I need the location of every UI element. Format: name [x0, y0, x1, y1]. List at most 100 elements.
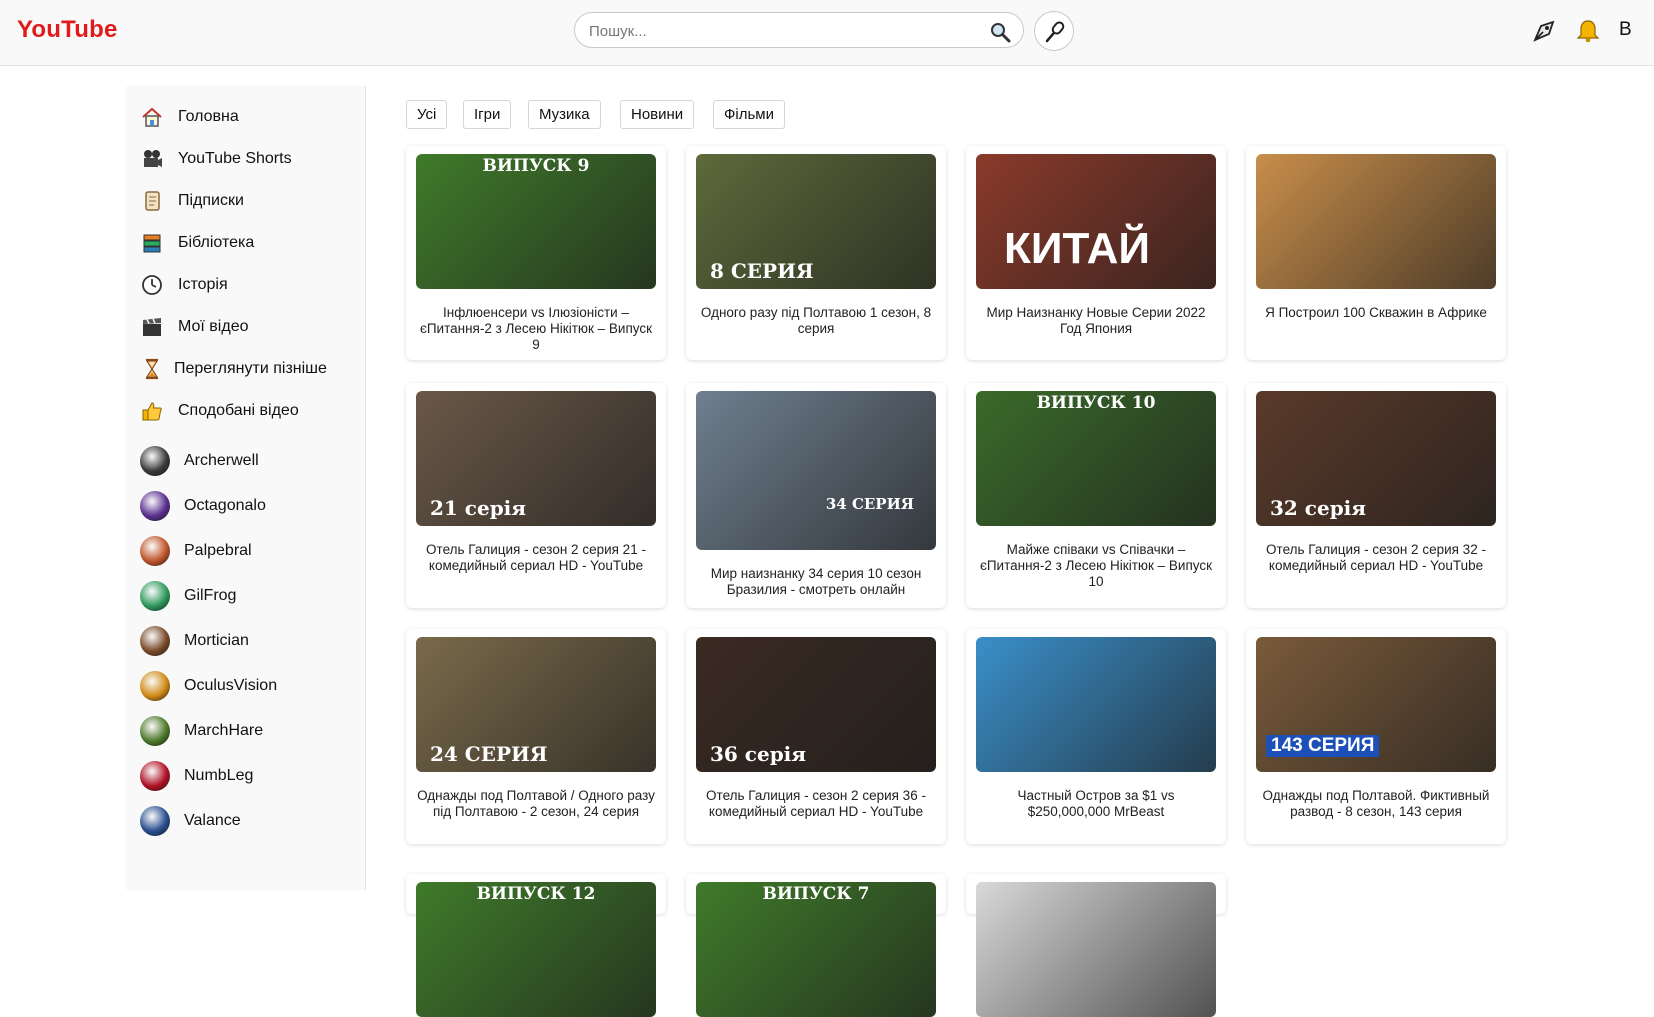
thumbnail-badge: ВИПУСК 10 — [1036, 393, 1156, 413]
film-camera-icon — [140, 147, 164, 171]
thumbnail-badge: ВИПУСК 9 — [482, 156, 590, 176]
filter-chip[interactable]: Новини — [620, 100, 695, 129]
scroll-icon — [140, 189, 164, 213]
video-thumbnail[interactable]: 21 серія — [416, 391, 656, 526]
sidebar-item-label: Головна — [178, 108, 239, 125]
channel-name: GilFrog — [184, 587, 237, 604]
video-card[interactable]: Я Построил 100 Скважин в Африке — [1246, 146, 1506, 360]
video-thumbnail[interactable]: 32 серія — [1256, 391, 1496, 526]
sidebar-item-subscriptions[interactable]: Підписки — [140, 187, 244, 215]
subscription-item[interactable]: Mortician — [140, 625, 249, 657]
video-thumbnail[interactable]: 36 серія — [696, 637, 936, 772]
sidebar-item-my-videos[interactable]: Мої відео — [140, 313, 248, 341]
video-title[interactable]: Мир наизнанку 34 серия 10 сезон Бразилия… — [696, 566, 936, 598]
video-card[interactable]: Частный Остров за $1 vs $250,000,000 MrB… — [966, 629, 1226, 844]
channel-avatar — [140, 446, 170, 476]
video-thumbnail[interactable]: ВИПУСК 10 — [976, 391, 1216, 526]
video-title[interactable]: Отель Галиция - сезон 2 серия 32 - комед… — [1256, 542, 1496, 574]
hourglass-icon — [140, 357, 164, 381]
account-avatar[interactable]: B — [1619, 19, 1632, 41]
subscription-item[interactable]: Palpebral — [140, 535, 252, 567]
video-title[interactable]: Однажды под Полтавой. Фиктивный развод -… — [1256, 788, 1496, 820]
search-icon[interactable] — [989, 21, 1011, 43]
microphone-icon — [1045, 21, 1065, 43]
subscription-item[interactable]: Valance — [140, 805, 241, 837]
books-icon — [140, 231, 164, 255]
video-thumbnail[interactable] — [976, 882, 1216, 1017]
video-title[interactable]: Одного разу під Полтавою 1 сезон, 8 сери… — [696, 305, 936, 337]
channel-name: Archerwell — [184, 452, 259, 469]
channel-name: MarchHare — [184, 722, 264, 739]
thumbs-up-icon — [140, 399, 164, 423]
video-title[interactable]: Майже співаки vs Співачки – єПитання-2 з… — [976, 542, 1216, 590]
video-title[interactable]: Отель Галиция - сезон 2 серия 36 - комед… — [696, 788, 936, 820]
youtube-logo[interactable]: YouTube — [17, 16, 118, 44]
thumbnail-badge: 24 СЕРИЯ — [430, 742, 548, 766]
video-title[interactable]: Інфлюенсери vs Ілюзіоністи – єПитання-2 … — [416, 305, 656, 353]
video-thumbnail[interactable]: ВИПУСК 12 — [416, 882, 656, 1017]
video-thumbnail[interactable]: КИТАЙ — [976, 154, 1216, 289]
video-card[interactable]: 34 СЕРИЯ Мир наизнанку 34 серия 10 сезон … — [686, 383, 946, 608]
video-thumbnail[interactable] — [1256, 154, 1496, 289]
channel-avatar — [140, 581, 170, 611]
video-title[interactable]: Однажды под Полтавой / Одного разу під П… — [416, 788, 656, 820]
video-thumbnail[interactable]: ВИПУСК 7 — [696, 882, 936, 1017]
subscription-item[interactable]: MarchHare — [140, 715, 263, 747]
video-card[interactable]: 21 серія Отель Галиция - сезон 2 серия 21… — [406, 383, 666, 608]
video-card[interactable] — [966, 874, 1226, 1017]
home-icon — [140, 105, 164, 129]
voice-search-button[interactable] — [1034, 11, 1074, 51]
thumbnail-badge: ВИПУСК 7 — [762, 884, 870, 904]
channel-avatar — [140, 761, 170, 791]
video-card[interactable]: 8 СЕРИЯ Одного разу під Полтавою 1 сезон,… — [686, 146, 946, 360]
filter-chip[interactable]: Ігри — [463, 100, 512, 129]
video-card[interactable]: ВИПУСК 10 Майже співаки vs Співачки – єПи… — [966, 383, 1226, 608]
video-title[interactable]: Отель Галиция - сезон 2 серия 21 - комед… — [416, 542, 656, 574]
video-card[interactable]: ВИПУСК 12 — [406, 874, 666, 1017]
sidebar-item-watch-later[interactable]: Переглянути пізніше — [140, 355, 327, 383]
channel-avatar — [140, 536, 170, 566]
upload-video-icon[interactable] — [1531, 18, 1557, 44]
channel-name: Valance — [184, 812, 241, 829]
sidebar-item-home[interactable]: Головна — [140, 103, 239, 131]
channel-name: Octagonalo — [184, 497, 266, 514]
video-card[interactable]: 32 серія Отель Галиция - сезон 2 серия 32… — [1246, 383, 1506, 608]
subscription-item[interactable]: OculusVision — [140, 670, 277, 702]
channel-name: Palpebral — [184, 542, 252, 559]
filter-chip[interactable]: Усі — [406, 100, 448, 129]
video-thumbnail[interactable]: 24 СЕРИЯ — [416, 637, 656, 772]
sidebar-item-history[interactable]: Історія — [140, 271, 228, 299]
sidebar-item-shorts[interactable]: YouTube Shorts — [140, 145, 292, 173]
video-card[interactable]: 143 СЕРИЯ Однажды под Полтавой. Фиктивный… — [1246, 629, 1506, 844]
video-thumbnail[interactable]: 143 СЕРИЯ — [1256, 637, 1496, 772]
bell-icon[interactable] — [1575, 18, 1601, 44]
video-thumbnail[interactable]: ВИПУСК 9 — [416, 154, 656, 289]
video-card[interactable]: ВИПУСК 9 Інфлюенсери vs Ілюзіоністи – єПи… — [406, 146, 666, 360]
video-thumbnail[interactable] — [976, 637, 1216, 772]
video-title[interactable]: Мир Наизнанку Новые Серии 2022 Год Япони… — [976, 305, 1216, 337]
sidebar-item-liked-videos[interactable]: Сподобані відео — [140, 397, 299, 425]
filter-chip[interactable]: Музика — [528, 100, 601, 129]
search-input[interactable] — [589, 21, 969, 41]
channel-name: Mortician — [184, 632, 249, 649]
sidebar-item-label: Бібліотека — [178, 234, 255, 251]
sidebar-item-label: Підписки — [178, 192, 244, 209]
clapperboard-icon — [140, 315, 164, 339]
sidebar-item-library[interactable]: Бібліотека — [140, 229, 254, 257]
video-title[interactable]: Частный Остров за $1 vs $250,000,000 MrB… — [976, 788, 1216, 820]
subscription-item[interactable]: NumbLeg — [140, 760, 253, 792]
video-title[interactable]: Я Построил 100 Скважин в Африке — [1256, 305, 1496, 321]
thumbnail-badge: 8 СЕРИЯ — [710, 259, 814, 283]
video-card[interactable]: 36 серія Отель Галиция - сезон 2 серия 36… — [686, 629, 946, 844]
thumbnail-badge: 21 серія — [430, 496, 527, 520]
video-card[interactable]: КИТАЙ Мир Наизнанку Новые Серии 2022 Год … — [966, 146, 1226, 360]
subscription-item[interactable]: Octagonalo — [140, 490, 266, 522]
video-thumbnail[interactable]: 8 СЕРИЯ — [696, 154, 936, 289]
video-card[interactable]: 24 СЕРИЯ Однажды под Полтавой / Одного ра… — [406, 629, 666, 844]
video-thumbnail[interactable]: 34 СЕРИЯ — [696, 391, 936, 550]
channel-name: NumbLeg — [184, 767, 254, 784]
subscription-item[interactable]: Archerwell — [140, 445, 259, 477]
video-card[interactable]: ВИПУСК 7 — [686, 874, 946, 1017]
subscription-item[interactable]: GilFrog — [140, 580, 236, 612]
filter-chip[interactable]: Фільми — [713, 100, 785, 129]
